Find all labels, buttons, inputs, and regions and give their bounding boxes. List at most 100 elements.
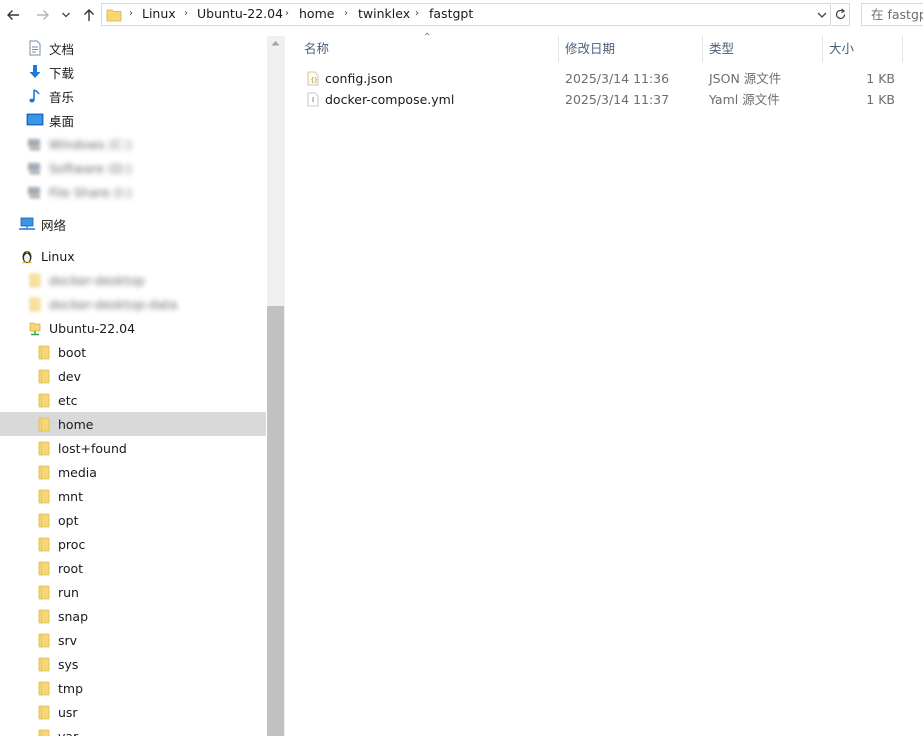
search-input[interactable]: 在 fastgpt xyxy=(861,3,923,26)
file-row-config-json[interactable]: {} config.json 2025/3/14 11:36 JSON 源文件 … xyxy=(285,68,895,89)
sidebar-item-label: 下载 xyxy=(49,65,75,81)
svg-text:{}: {} xyxy=(311,77,318,84)
sidebar-item[interactable]: Software (D:) xyxy=(0,156,266,180)
folder-icon xyxy=(35,535,53,553)
sidebar-item[interactable]: mnt xyxy=(0,484,266,508)
breadcrumb-ubuntu[interactable]: Ubuntu-22.04 xyxy=(197,6,283,21)
sidebar-item[interactable]: docker-desktop-data xyxy=(0,292,266,316)
file-type: JSON 源文件 xyxy=(709,71,782,86)
sidebar-item[interactable]: etc xyxy=(0,388,266,412)
breadcrumb-twinklex[interactable]: twinklex xyxy=(358,6,410,21)
sidebar-item-label: Software (D:) xyxy=(49,160,132,176)
forward-button[interactable] xyxy=(32,4,54,26)
scrollbar-thumb[interactable] xyxy=(267,306,284,736)
file-row-docker-compose[interactable]: docker-compose.yml 2025/3/14 11:37 Yaml … xyxy=(285,89,895,110)
sidebar-item-label: docker-desktop-data xyxy=(49,296,178,312)
sidebar-item-label: snap xyxy=(58,608,89,624)
sidebar-item[interactable]: lost+found xyxy=(0,436,266,460)
folder-icon xyxy=(35,727,53,736)
sidebar-item[interactable]: home xyxy=(0,412,266,436)
folder-icon xyxy=(35,655,53,673)
file-name[interactable]: docker-compose.yml xyxy=(325,89,454,110)
column-divider[interactable] xyxy=(902,36,903,62)
folder-icon xyxy=(35,559,53,577)
sidebar-item[interactable]: media xyxy=(0,460,266,484)
recent-locations-button[interactable] xyxy=(58,4,74,26)
folder-icon xyxy=(26,271,44,289)
column-divider[interactable] xyxy=(702,36,703,62)
sidebar-item[interactable]: File Share (I:) xyxy=(0,180,266,204)
column-divider[interactable] xyxy=(822,36,823,62)
back-button[interactable] xyxy=(2,4,24,26)
document-icon xyxy=(26,39,44,57)
folder-icon xyxy=(35,391,53,409)
sidebar-item[interactable]: 音乐 xyxy=(0,84,266,108)
navigation-scrollbar[interactable] xyxy=(267,36,284,736)
sidebar-item[interactable]: run xyxy=(0,580,266,604)
sidebar-item-label: srv xyxy=(58,632,78,648)
breadcrumb-home[interactable]: home xyxy=(299,6,334,21)
download-icon xyxy=(26,63,44,81)
breadcrumb-separator[interactable]: › xyxy=(415,8,419,19)
json-file-icon: {} xyxy=(307,71,319,86)
breadcrumb-fastgpt[interactable]: fastgpt xyxy=(429,6,473,21)
sidebar-item-label: usr xyxy=(58,704,78,720)
breadcrumb-separator[interactable]: › xyxy=(344,8,348,19)
arrow-up-icon xyxy=(84,9,94,21)
sidebar-item[interactable]: snap xyxy=(0,604,266,628)
column-header-modified[interactable]: 修改日期 xyxy=(565,36,695,62)
yaml-file-icon xyxy=(307,92,319,107)
sidebar-item[interactable]: Linux xyxy=(0,244,266,268)
sidebar-item[interactable]: tmp xyxy=(0,676,266,700)
sidebar-item[interactable]: srv xyxy=(0,628,266,652)
sidebar-item[interactable]: boot xyxy=(0,340,266,364)
address-history-dropdown-icon[interactable] xyxy=(816,8,828,22)
sidebar-item[interactable]: 网络 xyxy=(0,212,266,236)
sidebar-item-label: 桌面 xyxy=(49,113,75,129)
sidebar-item[interactable]: var xyxy=(0,724,266,736)
breadcrumb-separator[interactable]: › xyxy=(129,8,133,19)
sidebar-item[interactable]: Ubuntu-22.04 xyxy=(0,316,266,340)
sidebar-item[interactable]: 桌面 xyxy=(0,108,266,132)
sidebar-item-label: Ubuntu-22.04 xyxy=(49,320,136,336)
column-header-name[interactable]: 名称 xyxy=(304,36,554,62)
column-header-size[interactable]: 大小 xyxy=(829,36,889,62)
folder-icon xyxy=(35,487,53,505)
sidebar-item[interactable]: root xyxy=(0,556,266,580)
arrow-right-icon xyxy=(37,10,49,20)
breadcrumb-linux[interactable]: Linux xyxy=(142,6,176,21)
sidebar-item[interactable]: dev xyxy=(0,364,266,388)
sidebar-item[interactable]: 下载 xyxy=(0,60,266,84)
sidebar-item[interactable]: sys xyxy=(0,652,266,676)
navigation-pane: 文档下载音乐桌面 Windows (C:) Software (D:) File Sh… xyxy=(0,36,266,736)
scroll-up-arrow-icon[interactable] xyxy=(271,40,280,46)
breadcrumb-separator[interactable]: › xyxy=(184,8,188,19)
address-toolbar: › Linux › Ubuntu-22.04 › home › twinklex… xyxy=(0,0,923,30)
folder-icon xyxy=(35,679,53,697)
sidebar-item[interactable]: 文档 xyxy=(0,36,266,60)
sidebar-item[interactable]: opt xyxy=(0,508,266,532)
sidebar-item[interactable]: usr xyxy=(0,700,266,724)
breadcrumb-separator[interactable]: › xyxy=(285,8,289,19)
folder-icon xyxy=(35,511,53,529)
column-header-type[interactable]: 类型 xyxy=(709,36,819,62)
refresh-button[interactable] xyxy=(832,3,850,26)
folder-icon xyxy=(106,9,122,22)
sidebar-item[interactable]: Windows (C:) xyxy=(0,132,266,156)
drive-icon xyxy=(26,183,44,201)
sidebar-item-label: var xyxy=(58,728,79,736)
sidebar-item[interactable]: proc xyxy=(0,532,266,556)
chevron-down-icon xyxy=(62,12,70,18)
sidebar-item-label: 网络 xyxy=(41,217,67,233)
sidebar-item-label: opt xyxy=(58,512,79,528)
sidebar-item-label: lost+found xyxy=(58,440,127,456)
column-divider[interactable] xyxy=(558,36,559,62)
file-type: Yaml 源文件 xyxy=(709,92,780,107)
sidebar-item-label: media xyxy=(58,464,97,480)
file-name[interactable]: config.json xyxy=(325,68,393,89)
address-bar[interactable]: › Linux › Ubuntu-22.04 › home › twinklex… xyxy=(101,3,831,26)
folder-icon xyxy=(35,439,53,457)
sidebar-item[interactable]: docker-desktop xyxy=(0,268,266,292)
file-modified: 2025/3/14 11:36 xyxy=(565,71,670,86)
up-one-level-button[interactable] xyxy=(78,4,100,26)
